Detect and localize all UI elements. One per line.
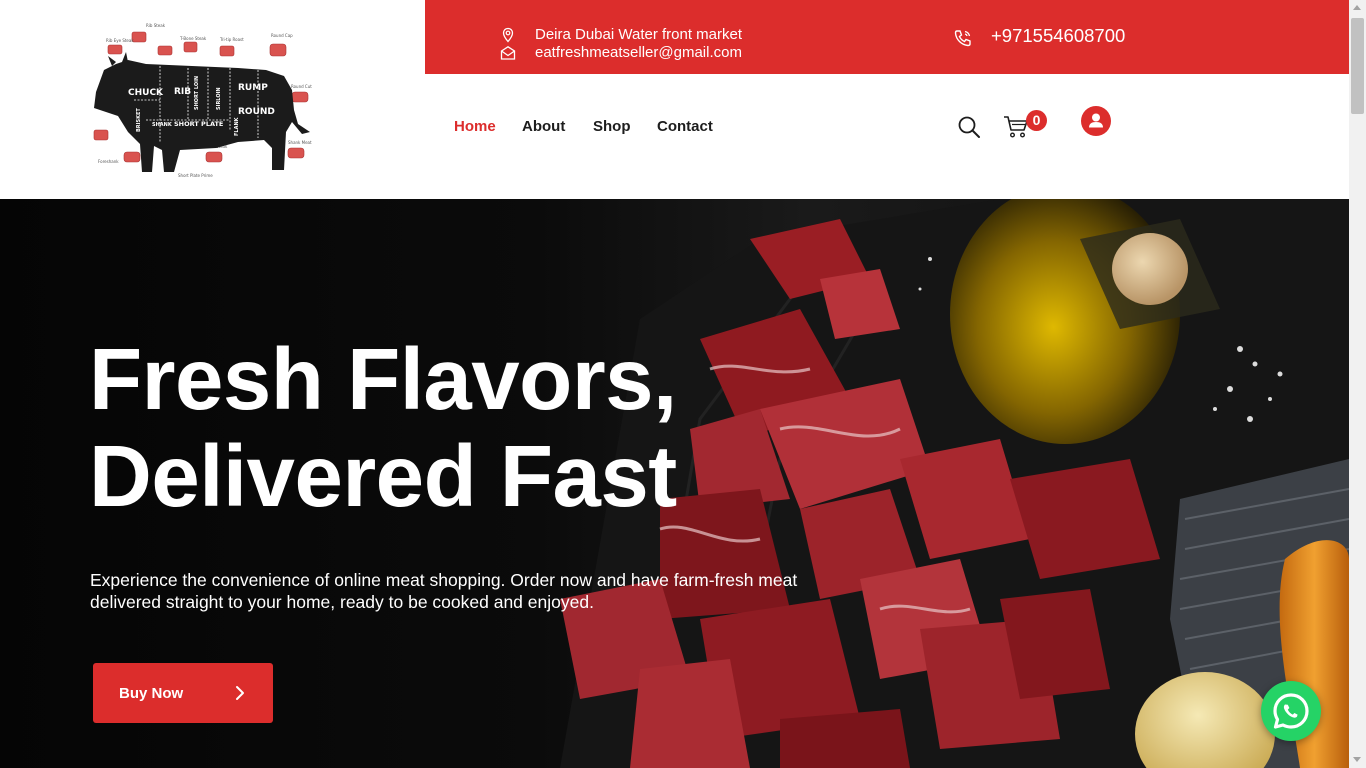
logo-cut-short-plate: SHORT PLATE <box>174 120 223 128</box>
logo-cut-round: ROUND <box>238 107 275 117</box>
logo-cut-chuck: CHUCK <box>128 88 164 98</box>
phone-link[interactable]: +971554608700 <box>991 25 1125 47</box>
whatsapp-button[interactable] <box>1261 681 1321 741</box>
scroll-down-arrow-icon[interactable] <box>1353 757 1361 762</box>
logo-cut-shank: SHANK <box>152 122 173 128</box>
user-icon <box>1089 113 1103 128</box>
hero-title-line-1: Fresh Flavors, <box>89 331 677 428</box>
account-button[interactable] <box>1081 106 1111 136</box>
buy-now-button[interactable]: Buy Now <box>93 663 273 723</box>
svg-text:T-Bone Steak: T-Bone Steak <box>179 36 207 41</box>
logo-beef-cuts[interactable]: Rib Eye Steak Rib Steak T-Bone Steak Tri… <box>88 20 318 182</box>
whatsapp-icon <box>1273 693 1309 729</box>
site-header: Rib Eye Steak Rib Steak T-Bone Steak Tri… <box>0 0 1349 199</box>
logo-cut-sirloin: SIRLOIN <box>216 87 222 110</box>
email-link[interactable]: eatfreshmeatseller@gmail.com <box>535 44 742 61</box>
logo-cut-flank: FLANK <box>234 116 240 136</box>
scrollbar-thumb[interactable] <box>1351 18 1364 114</box>
hero-title: Fresh Flavors, Delivered Fast <box>89 331 809 525</box>
contact-bar: Deira Dubai Water front market eatfreshm… <box>425 0 1349 74</box>
page: Rib Eye Steak Rib Steak T-Bone Steak Tri… <box>0 0 1349 768</box>
nav-about[interactable]: About <box>522 118 565 135</box>
cart-count-badge: 0 <box>1026 110 1047 131</box>
logo-cut-rib: RIB <box>174 87 191 97</box>
hero-title-line-2: Delivered Fast <box>89 428 677 525</box>
nav-shop[interactable]: Shop <box>593 118 631 135</box>
svg-text:Short Plate Prime: Short Plate Prime <box>178 173 213 178</box>
logo-cut-rump: RUMP <box>238 83 268 93</box>
logo-cut-short-loin: SHORT LOIN <box>194 76 200 110</box>
scroll-up-arrow-icon[interactable] <box>1353 5 1361 10</box>
nav-home[interactable]: Home <box>454 118 496 135</box>
logo-cut-brisket: BRISKET <box>136 108 142 132</box>
svg-text:Shank Meat: Shank Meat <box>288 140 312 145</box>
chevron-right-icon <box>236 686 244 700</box>
hero-description: Experience the convenience of online mea… <box>90 570 798 612</box>
svg-text:Rib Steak: Rib Steak <box>146 23 166 28</box>
nav-contact[interactable]: Contact <box>657 118 713 135</box>
phone-icon <box>954 30 971 47</box>
location-pin-icon <box>502 27 514 43</box>
envelope-icon <box>500 46 516 60</box>
hero-banner: Fresh Flavors, Delivered Fast Experience… <box>0 199 1349 768</box>
address-text: Deira Dubai Water front market <box>535 26 743 43</box>
search-icon[interactable] <box>957 115 981 139</box>
svg-text:Round Cut: Round Cut <box>291 84 312 89</box>
svg-text:Round Cap: Round Cap <box>271 33 293 38</box>
svg-text:Foreshank: Foreshank <box>98 159 119 164</box>
svg-text:Rib Eye Steak: Rib Eye Steak <box>106 38 134 43</box>
page-scrollbar[interactable] <box>1349 0 1366 768</box>
buy-now-label: Buy Now <box>119 685 184 702</box>
svg-text:Tri-tip Roast: Tri-tip Roast <box>219 37 244 42</box>
